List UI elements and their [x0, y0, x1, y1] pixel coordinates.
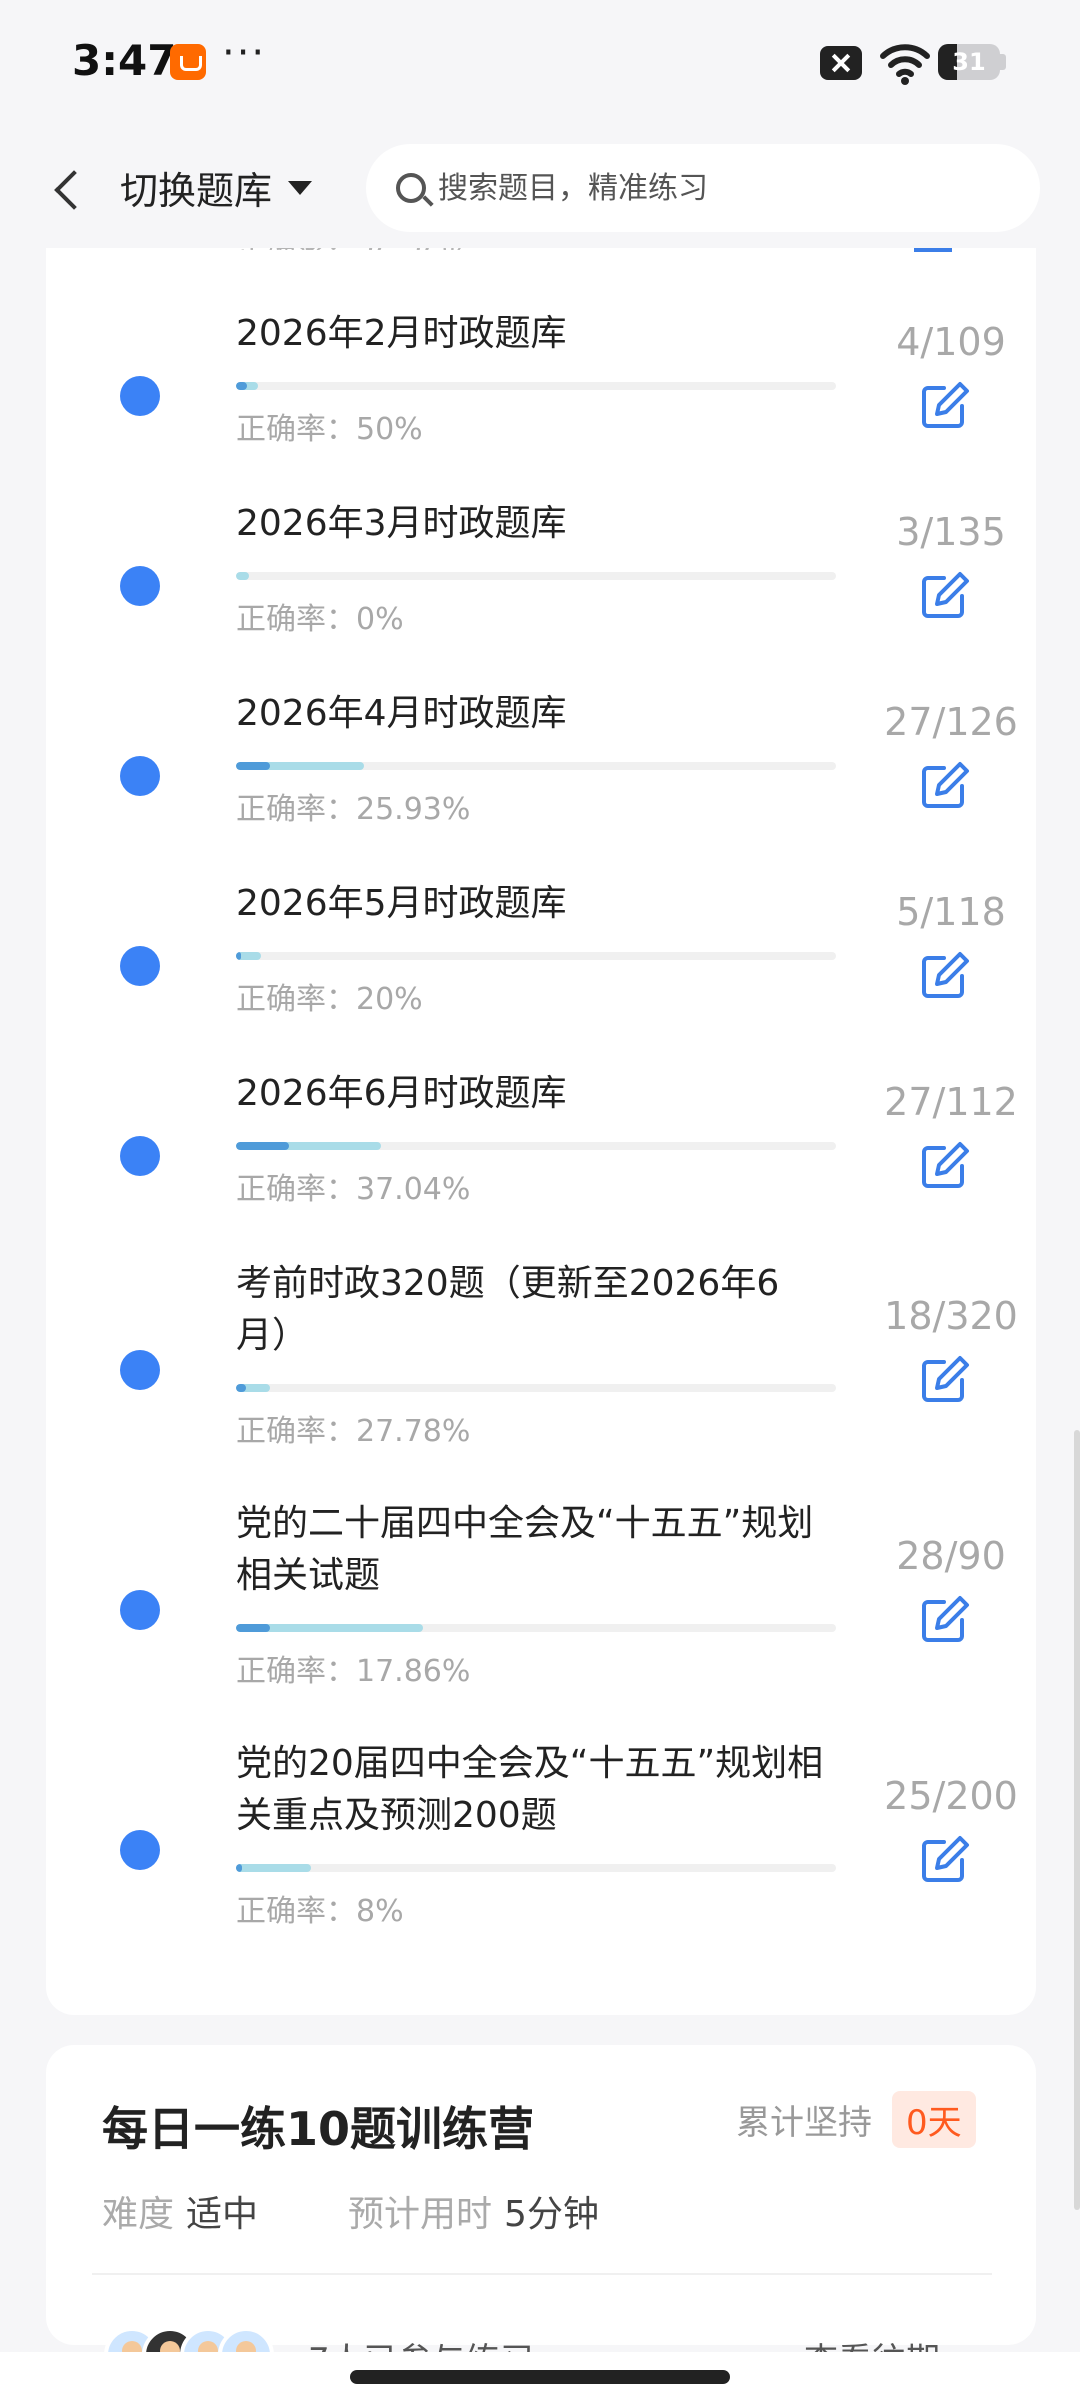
bank-progress-bar	[236, 382, 836, 390]
bank-title: 2026年6月时政题库	[236, 1073, 567, 1114]
bank-progress-count: 27/112	[884, 1080, 1018, 1124]
status-time: 3:47	[72, 36, 177, 85]
question-bank-row[interactable]: 2026年2月时政题库正确率：50% 4/109	[46, 300, 1036, 490]
correct-progress	[236, 1142, 290, 1150]
question-bank-row[interactable]: 2026年3月时政题库正确率：0% 3/135	[46, 490, 1036, 680]
bank-title: 2026年2月时政题库	[236, 313, 567, 354]
correct-progress	[236, 1384, 246, 1392]
bank-status-dot	[120, 376, 160, 416]
question-bank-row[interactable]: 考前时政320题（更新至2026年6月） 正确率：27.78% 18/320	[46, 1250, 1036, 1490]
bank-title: 党的20届四中全会及“十五五”规划相关重点及预测200题	[236, 1743, 824, 1836]
bank-progress-count: 27/126	[884, 700, 1018, 744]
edit-practice-icon[interactable]	[914, 946, 974, 1006]
bank-progress-bar	[236, 1624, 836, 1632]
edit-practice-icon[interactable]	[914, 1350, 974, 1410]
bank-title: 2026年4月时政题库	[236, 693, 567, 734]
search-input[interactable]	[438, 170, 998, 206]
bank-progress-bar	[236, 1384, 836, 1392]
correct-progress	[236, 1624, 270, 1632]
bank-progress-count: 18/320	[884, 1294, 1018, 1338]
bank-status-dot	[120, 1830, 160, 1870]
status-bar: 3:47 ··· 31	[0, 0, 1080, 130]
edit-practice-icon[interactable]	[914, 756, 974, 816]
correct-progress	[236, 1864, 242, 1872]
edit-practice-icon[interactable]	[914, 376, 974, 436]
bank-progress-count: 25/200	[884, 1774, 1018, 1818]
persist-label: 累计坚持	[736, 2103, 872, 2143]
bank-progress-count: 4/109	[896, 320, 1006, 364]
difficulty-value: 适中	[186, 2194, 259, 2235]
question-bank-row[interactable]: 2026年5月时政题库正确率：20% 5/118	[46, 870, 1036, 1060]
bank-accuracy: 正确率：20%	[236, 982, 423, 1017]
edit-practice-icon[interactable]	[914, 566, 974, 626]
search-bar[interactable]	[366, 144, 1040, 232]
time-label: 预计用时	[348, 2194, 493, 2235]
bank-progress-count: 3/135	[896, 510, 1006, 554]
bank-accuracy: 正确率：50%	[236, 412, 423, 447]
bank-accuracy: 正确率：8%	[236, 1894, 404, 1929]
bank-accuracy: 正确率：17.86%	[236, 1654, 471, 1689]
switch-bank-label: 切换题库	[120, 169, 273, 213]
bank-status-dot	[120, 1350, 160, 1390]
more-notifications-icon: ···	[222, 30, 267, 76]
answered-progress	[236, 1864, 311, 1872]
persist-days-badge: 0天	[892, 2091, 976, 2148]
bank-accuracy: 正确率：37.04%	[236, 1172, 471, 1207]
bank-progress-bar	[236, 762, 836, 770]
question-bank-list: 正确率：36.36% 2026年2月时政题库正确率：50%4/1092026年3…	[46, 200, 1036, 2015]
bank-progress-count: 28/90	[896, 1534, 1006, 1578]
bank-status-dot	[120, 1136, 160, 1176]
bank-accuracy: 正确率：0%	[236, 602, 404, 637]
bank-title: 2026年3月时政题库	[236, 503, 567, 544]
bank-progress-count: 5/118	[896, 890, 1006, 934]
difficulty-label: 难度	[102, 2194, 175, 2235]
bank-title: 2026年5月时政题库	[236, 883, 567, 924]
search-icon	[396, 173, 426, 203]
caret-down-icon	[288, 180, 313, 195]
bank-progress-bar	[236, 572, 836, 580]
question-bank-row[interactable]: 党的20届四中全会及“十五五”规划相关重点及预测200题正确率：8% 25/200	[46, 1730, 1036, 1970]
top-bar: 切换题库	[0, 130, 1080, 248]
edit-practice-icon[interactable]	[914, 1590, 974, 1650]
correct-progress	[236, 382, 247, 390]
shopping-app-icon	[170, 44, 206, 80]
question-bank-row[interactable]: 党的二十届四中全会及“十五五”规划相关试题正确率：17.86% 28/90	[46, 1490, 1036, 1730]
bank-progress-bar	[236, 1864, 836, 1872]
bank-accuracy: 正确率：25.93%	[236, 792, 471, 827]
battery-level: 31	[952, 48, 986, 76]
bank-status-dot	[120, 566, 160, 606]
notification-x-icon	[820, 46, 862, 80]
time-value: 5分钟	[504, 2194, 599, 2235]
training-meta: 难度 适中 预计用时 5分钟	[102, 2185, 599, 2237]
battery-tip	[1000, 54, 1006, 70]
edit-practice-icon[interactable]	[914, 1830, 974, 1890]
wifi-icon	[880, 44, 930, 85]
correct-progress	[236, 952, 241, 960]
scrollbar[interactable]	[1074, 1430, 1080, 2210]
question-bank-row[interactable]: 2026年6月时政题库正确率：37.04% 27/112	[46, 1060, 1036, 1250]
correct-progress	[236, 762, 270, 770]
bank-title: 考前时政320题（更新至2026年6月）	[236, 1263, 780, 1356]
switch-bank-dropdown[interactable]: 切换题库	[120, 160, 313, 215]
bank-status-dot	[120, 946, 160, 986]
question-bank-row[interactable]: 2026年4月时政题库正确率：25.93% 27/126	[46, 680, 1036, 870]
back-button[interactable]	[40, 158, 100, 218]
bank-progress-bar	[236, 1142, 836, 1150]
answered-progress	[236, 572, 250, 580]
bank-accuracy: 正确率：27.78%	[236, 1414, 471, 1449]
edit-practice-icon[interactable]	[914, 1136, 974, 1196]
divider	[92, 2273, 992, 2275]
home-indicator[interactable]	[350, 2370, 730, 2384]
bank-progress-bar	[236, 952, 836, 960]
bank-title: 党的二十届四中全会及“十五五”规划相关试题	[236, 1503, 814, 1596]
training-camp-card[interactable]: 每日一练10题训练营 累计坚持 0天 难度适中预计用时5分钟 7人已参与练习 查…	[46, 2045, 1036, 2383]
battery-icon: 31	[938, 44, 1000, 80]
training-title: 每日一练10题训练营	[102, 2102, 535, 2156]
bank-status-dot	[120, 1590, 160, 1630]
bank-status-dot	[120, 756, 160, 796]
